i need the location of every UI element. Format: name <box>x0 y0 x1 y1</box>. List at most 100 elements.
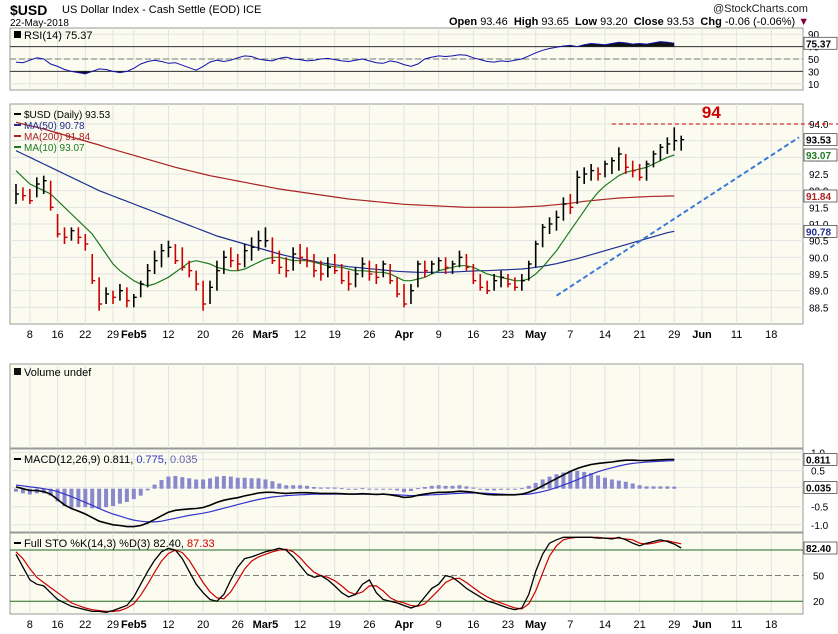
sto-tick-label: 50 <box>813 572 825 583</box>
macd-histogram-bar <box>471 487 476 489</box>
price-x-axis-label: 23 <box>502 329 514 341</box>
price-legend-item: $USD (Daily) 93.53 <box>24 110 111 121</box>
price-x-axis-label: 20 <box>197 329 209 341</box>
price-legend-item: MA(10) 93.07 <box>24 143 85 154</box>
macd-histogram-bar <box>311 486 316 489</box>
rsi-title: RSI(14) 75.37 <box>24 30 92 42</box>
macd-histogram-bar <box>464 486 469 489</box>
macd-histogram-bar <box>228 476 233 489</box>
price-tick-label: 90.0 <box>809 253 829 264</box>
sto-tick-label: 20 <box>813 597 825 608</box>
macd-histogram-bar <box>360 488 365 490</box>
price-badge-close: 93.53 <box>806 136 831 147</box>
macd-histogram-bar <box>131 488 136 500</box>
macd-histogram-bar <box>69 488 74 508</box>
sto-x-axis-label: 16 <box>51 619 63 631</box>
macd-histogram-bar <box>346 488 351 490</box>
chart-canvas: 9070503010RSI(14) 75.3775.3794.093.593.0… <box>9 27 838 631</box>
sto-x-axis-label: 9 <box>436 619 442 631</box>
macd-value: 0.811, <box>103 454 136 466</box>
macd-histogram-bar <box>596 475 601 489</box>
price-badge-ma50: 90.78 <box>806 227 831 238</box>
stockchart: $USD US Dollar Index - Cash Settle (EOD)… <box>0 0 838 634</box>
sto-x-axis-label: May <box>525 619 547 631</box>
price-x-axis-label: 7 <box>567 329 573 341</box>
price-x-axis-label: 12 <box>162 329 174 341</box>
macd-histogram-bar <box>450 485 455 489</box>
macd-histogram-bar <box>415 488 420 490</box>
price-x-axis-label: 19 <box>329 329 341 341</box>
macd-histogram-bar <box>298 485 303 489</box>
sto-x-axis-label: 14 <box>599 619 611 631</box>
macd-histogram-bar <box>214 476 219 489</box>
macd-histogram-bar <box>263 479 268 489</box>
macd-histogram-bar <box>187 478 192 489</box>
macd-hist-badge: 0.035 <box>806 483 831 494</box>
sto-x-axis-label: 29 <box>107 619 119 631</box>
price-badge-ma200: 91.84 <box>806 192 831 203</box>
macd-histogram-bar <box>138 488 143 496</box>
sto-d-value: 87.33 <box>187 538 215 550</box>
macd-title: MACD(12,26,9) 0.811, 0.775, 0.035 <box>24 454 197 466</box>
price-tick-label: 89.5 <box>809 270 829 281</box>
price-tick-label: 89.0 <box>809 287 829 298</box>
macd-histogram-bar <box>443 485 448 489</box>
macd-histogram-bar <box>422 486 427 489</box>
macd-histogram-bar <box>249 478 254 489</box>
sto-x-axis-label: Jun <box>692 619 712 631</box>
price-x-axis-label: Feb5 <box>121 329 147 341</box>
volume-title: Volume undef <box>24 367 92 379</box>
price-x-axis-label: 12 <box>294 329 306 341</box>
macd-histogram-bar <box>519 488 524 490</box>
sto-x-axis-label: Mar5 <box>253 619 279 631</box>
macd-histogram-bar <box>166 476 171 489</box>
macd-histogram-bar <box>568 470 573 489</box>
sto-x-axis-label: 12 <box>294 619 306 631</box>
macd-histogram-bar <box>589 473 594 489</box>
price-x-axis-label: 26 <box>232 329 244 341</box>
sto-x-axis-label: 18 <box>765 619 777 631</box>
price-legend-item: MA(200) 91.84 <box>24 132 91 143</box>
macd-tick-label: 0.5 <box>811 467 825 478</box>
macd-histogram-bar <box>505 488 510 490</box>
macd-tick-label: -1.0 <box>811 521 829 532</box>
rsi-value-badge: 75.37 <box>806 39 831 50</box>
sto-x-axis-label: 26 <box>363 619 375 631</box>
macd-histogram-bar <box>97 488 102 509</box>
macd-histogram-bar <box>616 480 621 489</box>
sto-k-value: 82.40, <box>153 538 187 550</box>
macd-histogram-bar <box>457 485 462 489</box>
macd-histogram-bar <box>499 488 504 490</box>
macd-histogram-bar <box>408 488 413 492</box>
macd-signal-value: 0.775, <box>136 454 170 466</box>
macd-histogram-bar <box>83 488 88 508</box>
macd-histogram-bar <box>665 486 670 489</box>
price-badge-ma10: 93.07 <box>806 151 831 162</box>
macd-histogram-bar <box>124 488 129 502</box>
volume-legend-swatch <box>14 368 21 375</box>
macd-histogram-value: 0.035 <box>170 454 198 466</box>
macd-histogram-bar <box>644 486 649 489</box>
price-x-axis-label: May <box>525 329 547 341</box>
macd-histogram-bar <box>180 477 185 489</box>
price-tick-label: 91.5 <box>809 203 829 214</box>
macd-histogram-bar <box>159 480 164 489</box>
macd-histogram-bar <box>111 488 116 507</box>
macd-histogram-bar <box>436 485 441 489</box>
macd-histogram-bar <box>284 485 289 489</box>
macd-histogram-bar <box>242 477 247 489</box>
macd-histogram-bar <box>104 488 109 508</box>
macd-histogram-bar <box>152 484 157 489</box>
macd-histogram-bar <box>609 479 614 489</box>
macd-histogram-bar <box>76 488 81 508</box>
sto-x-axis-label: 21 <box>634 619 646 631</box>
macd-histogram-bar <box>145 488 150 491</box>
sto-x-axis-label: Apr <box>395 619 415 631</box>
sto-x-axis-label: 22 <box>79 619 91 631</box>
macd-histogram-bar <box>623 481 628 489</box>
price-x-axis-label: Jun <box>692 329 712 341</box>
sto-x-axis-label: 12 <box>162 619 174 631</box>
macd-histogram-bar <box>388 488 393 490</box>
macd-histogram-bar <box>651 486 656 489</box>
macd-histogram-bar <box>512 488 517 490</box>
